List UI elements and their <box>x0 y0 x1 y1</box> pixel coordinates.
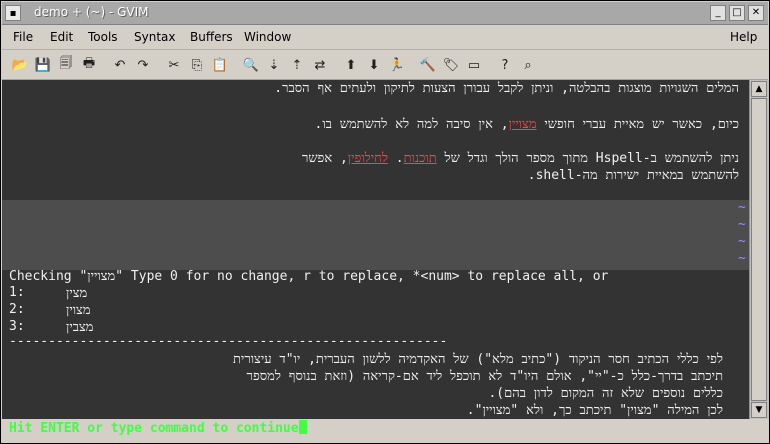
spell-check-prompt: Checking "מצויין" Type 0 for no change, … <box>9 269 609 284</box>
scroll-up-arrow-icon[interactable]: ▲ <box>751 81 767 97</box>
load-session-icon[interactable]: ⬆ <box>341 55 361 75</box>
spell-error-word: תוכנות <box>403 151 437 166</box>
maximize-button[interactable]: □ <box>729 5 745 21</box>
editor-area[interactable]: המלים השגויות מוצגות בהבלטה, וניתן לקבל … <box>2 80 749 419</box>
cut-icon[interactable]: ✂ <box>164 55 184 75</box>
tilde-marker: ~ <box>738 200 746 215</box>
open-icon[interactable]: 📂 <box>10 55 30 75</box>
run-script-icon[interactable]: 🏃 <box>387 55 407 75</box>
hit-enter-text: Hit ENTER or type command to continue <box>9 421 299 436</box>
paste-icon[interactable]: 📋 <box>210 55 230 75</box>
help-icon[interactable]: ? <box>495 55 515 75</box>
menu-tools[interactable]: Tools <box>88 30 118 44</box>
suggestion-word: מצין <box>66 286 88 301</box>
save-all-icon[interactable]: 🗐 <box>56 55 76 75</box>
text-line-2: כיום, כאשר יש מאיית עברי חופשי מצויין, א… <box>314 117 739 132</box>
spell-error-word: לחילופין <box>347 151 388 166</box>
explanation-line-3: כללים נוספים שלא זה המקום לדון בהם). <box>488 386 723 401</box>
tilde-marker: ~ <box>738 251 746 266</box>
window-title: demo + (~) - GVIM <box>34 5 149 19</box>
suggestion-word: מצוין <box>66 303 91 318</box>
save-icon[interactable]: 💾 <box>33 55 53 75</box>
tags-icon[interactable]: 🏷 <box>441 55 461 75</box>
vertical-scrollbar[interactable]: ▲ ▼ <box>749 80 769 419</box>
replace-icon[interactable]: ⇄ <box>310 55 330 75</box>
text-line-3: ניתן להשתמש ב-Hspell מתוך מספר הולך וגדל… <box>301 151 739 166</box>
gvim-window: ▪ demo + (~) - GVIM _ □ ✕ File Edit Tool… <box>0 0 770 444</box>
tilde-marker: ~ <box>738 217 746 232</box>
menu-edit[interactable]: Edit <box>50 30 73 44</box>
empty-buffer-area <box>2 200 749 270</box>
explanation-line-1: לפי כללי הכתיב חסר הניקוד ("כתיב מלא") ש… <box>232 352 723 367</box>
scrollbar-thumb[interactable] <box>751 98 767 401</box>
text-cursor <box>298 420 307 434</box>
make-icon[interactable]: 🔨 <box>418 55 438 75</box>
suggestion-number: 3: <box>9 319 25 334</box>
title-bar[interactable]: ▪ demo + (~) - GVIM _ □ ✕ <box>2 2 768 25</box>
spell-error-word: מצויין <box>508 117 537 132</box>
scroll-down-arrow-icon[interactable]: ▼ <box>751 402 767 418</box>
explanation-line-4: לכן המילה "מצוין" תיכתב כך, ולא "מצויין"… <box>466 403 723 418</box>
menu-help[interactable]: Help <box>730 30 757 44</box>
window-menu-icon[interactable]: ▪ <box>5 5 21 21</box>
find-next-icon[interactable]: ⇣ <box>264 55 284 75</box>
suggestion-number: 1: <box>9 285 25 300</box>
menu-file[interactable]: File <box>13 30 33 44</box>
menu-syntax[interactable]: Syntax <box>134 30 175 44</box>
menu-buffers[interactable]: Buffers <box>190 30 233 44</box>
print-icon[interactable]: 🖶 <box>79 55 99 75</box>
text-line-1: המלים השגויות מוצגות בהבלטה, וניתן לקבל … <box>274 81 739 96</box>
text-line-4: להשתמש במאיית ישירות מה-shell. <box>527 168 739 183</box>
undo-icon[interactable]: ↶ <box>110 55 130 75</box>
tilde-marker: ~ <box>738 234 746 249</box>
suggestion-word: מצבין <box>66 320 94 335</box>
find-icon[interactable]: 🔍 <box>241 55 261 75</box>
separator-line: ----------------------------------------… <box>9 334 448 349</box>
find-help-icon[interactable]: ⌕ <box>518 55 538 75</box>
minimize-button[interactable]: _ <box>710 5 726 21</box>
redo-icon[interactable]: ↷ <box>133 55 153 75</box>
copy-icon[interactable]: ⎘ <box>187 55 207 75</box>
toolbar: 📂 💾 🗐 🖶 ↶ ↷ ✂ ⎘ 📋 🔍 ⇣ ⇡ ⇄ ⬆ ⬇ 🏃 🔨 🏷 ▭ ? … <box>2 51 768 80</box>
menu-window[interactable]: Window <box>244 30 291 44</box>
suggestion-number: 2: <box>9 302 25 317</box>
menu-bar: File Edit Tools Syntax Buffers Window He… <box>2 25 768 50</box>
close-button[interactable]: ✕ <box>748 5 764 21</box>
explanation-line-2: תיכתב בדרך-כלל כ-"יי", אולם היו"ד לא תוכ… <box>246 369 723 384</box>
save-session-icon[interactable]: ⬇ <box>364 55 384 75</box>
hit-enter-message: Hit ENTER or type command to continue <box>9 420 307 436</box>
jump-tag-icon[interactable]: ▭ <box>464 55 484 75</box>
find-prev-icon[interactable]: ⇡ <box>287 55 307 75</box>
